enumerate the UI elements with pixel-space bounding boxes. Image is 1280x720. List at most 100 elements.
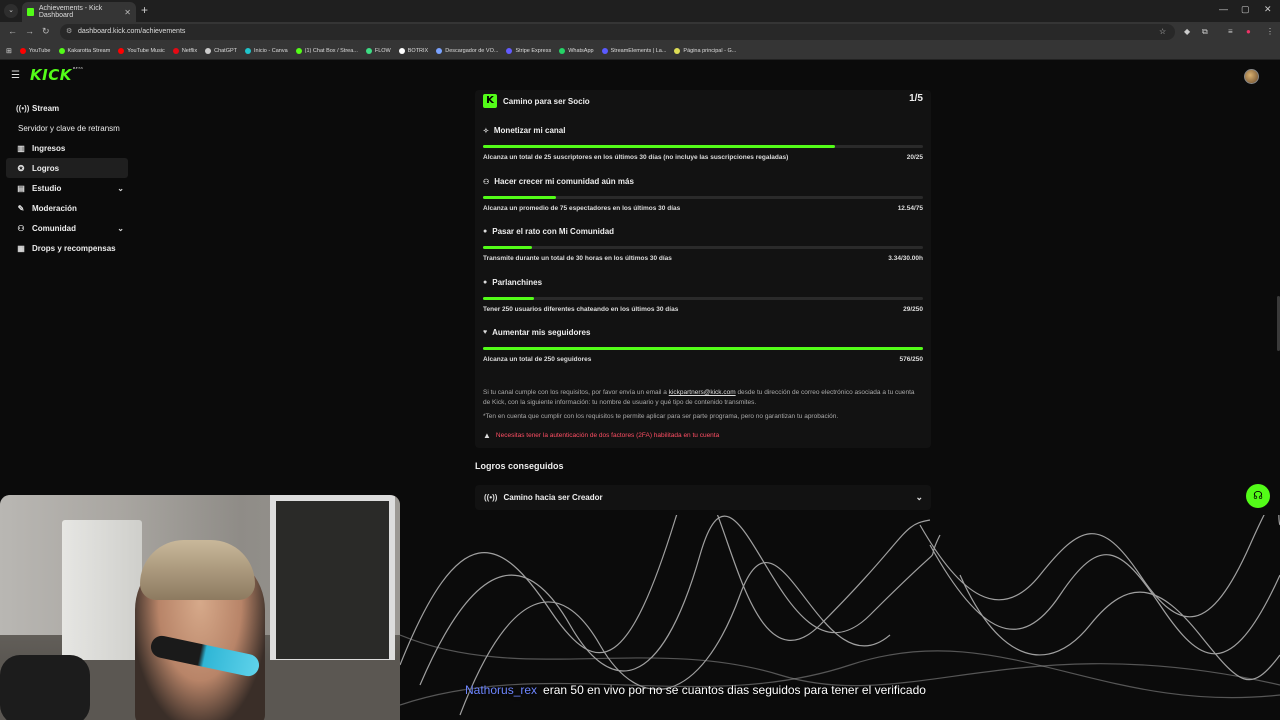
bookmark-item[interactable]: Netflix bbox=[172, 47, 198, 54]
gift-icon: ▦ bbox=[17, 243, 25, 253]
browser-tab-active[interactable]: Achievements - Kick Dashboard ✕ bbox=[22, 2, 136, 22]
achievement-item: ✧ Monetizar mi canal Alcanza un total de … bbox=[483, 126, 923, 163]
warning-icon: ▲ bbox=[483, 431, 491, 440]
note-prefix: Si tu canal cumple con los requisitos, p… bbox=[483, 389, 669, 396]
bookmark-favicon-icon bbox=[398, 47, 405, 54]
progress-track bbox=[483, 297, 923, 300]
extensions-puzzle-icon[interactable]: ⧉ bbox=[1202, 27, 1208, 37]
partner-path-card: K Camino para ser Socio 1/5 ✧ Monetizar m… bbox=[475, 90, 931, 448]
bookmark-item[interactable]: YouTube bbox=[19, 47, 51, 54]
studio-icon: ▤ bbox=[17, 183, 25, 193]
media-icon[interactable]: ≡ bbox=[1228, 27, 1233, 36]
bookmark-item[interactable]: BOTRIX bbox=[398, 47, 428, 54]
sidebar-item-label: Logros bbox=[32, 163, 60, 173]
cam-doorway bbox=[270, 495, 395, 665]
bookmark-favicon-icon bbox=[601, 47, 608, 54]
bookmark-favicon-icon bbox=[58, 47, 65, 54]
extension-icon[interactable]: ◆ bbox=[1184, 27, 1190, 36]
sidebar-item-moderacion[interactable]: ✎ Moderación bbox=[6, 198, 128, 218]
sidebar-item-comunidad[interactable]: ⚇ Comunidad ⌄ bbox=[6, 218, 128, 238]
forward-icon[interactable]: → bbox=[25, 26, 34, 36]
bookmark-item[interactable]: Kakarotta Stream bbox=[58, 47, 111, 54]
bookmarks-bar: ⊞ YouTube Kakarotta Stream YouTube Music Ne… bbox=[0, 42, 1280, 60]
bookmark-star-icon[interactable]: ☆ bbox=[1159, 27, 1166, 36]
bookmark-item[interactable]: Stripe Express bbox=[506, 47, 551, 54]
bookmark-favicon-icon bbox=[295, 47, 302, 54]
tab-search-button[interactable]: ⌄ bbox=[4, 4, 18, 18]
site-info-icon[interactable]: ⚙ bbox=[66, 24, 72, 40]
sidebar-item-label: Moderación bbox=[32, 203, 77, 213]
bookmark-label: YouTube Music bbox=[127, 47, 165, 54]
achievement-item: ● Pasar el rato con Mi Comunidad Transmit… bbox=[483, 227, 923, 264]
achievement-description: Transmite durante un total de 30 horas e… bbox=[483, 255, 672, 262]
new-tab-button[interactable]: + bbox=[141, 3, 148, 17]
bookmark-label: WhatsApp bbox=[568, 47, 594, 54]
sidebar-item-logros[interactable]: ✪ Logros bbox=[6, 158, 128, 178]
sidebar-item-label: Servidor y clave de retransm bbox=[18, 123, 120, 133]
chat-message-text: eran 50 en vivo por no se cuantos dias s… bbox=[543, 683, 926, 697]
menu-icon[interactable]: ⋮ bbox=[1266, 27, 1274, 36]
address-bar-row: ← → ↻ ⚙ dashboard.kick.com/achievements … bbox=[0, 22, 1280, 42]
chevron-down-icon: ⌄ bbox=[117, 183, 124, 193]
sidebar-item-drops[interactable]: ▦ Drops y recompensas bbox=[6, 238, 128, 258]
streamer-hair bbox=[140, 540, 255, 600]
bookmark-item[interactable]: ChatGPT bbox=[205, 47, 238, 54]
progress-track bbox=[483, 196, 923, 199]
sidebar-item-server-key[interactable]: Servidor y clave de retransm bbox=[6, 118, 128, 138]
chevron-down-icon[interactable]: ⌄ bbox=[915, 492, 923, 503]
close-tab-icon[interactable]: ✕ bbox=[124, 8, 131, 17]
support-chat-icon[interactable]: ☊ bbox=[1246, 484, 1270, 508]
sidebar-item-stream[interactable]: ((•)) Stream bbox=[6, 98, 128, 118]
minimize-icon[interactable]: — bbox=[1219, 4, 1228, 14]
sidebar-item-estudio[interactable]: ▤ Estudio ⌄ bbox=[6, 178, 128, 198]
heart-icon: ♥ bbox=[483, 329, 488, 336]
close-window-icon[interactable]: ✕ bbox=[1264, 4, 1272, 15]
kick-logo[interactable]: KICKBETA bbox=[30, 66, 83, 84]
bookmark-item[interactable]: Inicio - Canva bbox=[245, 47, 288, 54]
url-input[interactable]: ⚙ dashboard.kick.com/achievements bbox=[60, 24, 1175, 40]
achievement-title: Pasar el rato con Mi Comunidad bbox=[492, 227, 615, 236]
partner-progress-count: 1/5 bbox=[909, 93, 923, 104]
bookmark-label: Netflix bbox=[181, 47, 198, 54]
bookmark-item[interactable]: (1) Chat Box / Strea... bbox=[295, 47, 358, 54]
bookmark-item[interactable]: Descargador de VO... bbox=[436, 47, 499, 54]
user-avatar[interactable] bbox=[1244, 69, 1259, 84]
2fa-warning: ▲ Necesitas tener la autenticación de dos… bbox=[483, 431, 719, 440]
hamburger-menu-icon[interactable]: ☰ bbox=[11, 70, 20, 81]
kick-favicon-icon bbox=[27, 8, 34, 16]
sidebar: ((•)) Stream Servidor y clave de retransm… bbox=[0, 98, 130, 258]
achievement-value: 3.34/30.00h bbox=[888, 255, 923, 262]
bookmark-item[interactable]: StreamElements | La... bbox=[601, 47, 666, 54]
bookmark-item[interactable]: YouTube Music bbox=[118, 47, 165, 54]
bookmark-favicon-icon bbox=[172, 47, 179, 54]
creator-path-accordion[interactable]: ((•)) Camino hacia ser Creador ⌄ bbox=[475, 485, 931, 510]
bookmark-label: ChatGPT bbox=[214, 47, 238, 54]
bookmark-favicon-icon bbox=[506, 47, 513, 54]
tab-title: Achievements - Kick Dashboard bbox=[38, 5, 103, 19]
chat-username: Nathorus_rex bbox=[465, 683, 538, 697]
reload-icon[interactable]: ↻ bbox=[42, 26, 50, 37]
bookmark-label: Descargador de VO... bbox=[445, 47, 499, 54]
apps-icon[interactable]: ⊞ bbox=[6, 47, 12, 55]
sidebar-item-ingresos[interactable]: ▥ Ingresos bbox=[6, 138, 128, 158]
completed-achievements-heading: Logros conseguidos bbox=[475, 461, 564, 471]
bookmark-label: Kakarotta Stream bbox=[67, 47, 111, 54]
bookmark-item[interactable]: FLOW bbox=[365, 47, 391, 54]
maximize-icon[interactable]: ▢ bbox=[1241, 4, 1250, 15]
warning-text: Necesitas tener la autenticación de dos … bbox=[495, 432, 720, 439]
bookmark-favicon-icon bbox=[118, 47, 125, 54]
bookmark-item[interactable]: WhatsApp bbox=[559, 47, 594, 54]
back-icon[interactable]: ← bbox=[8, 26, 17, 36]
bookmark-label: Inicio - Canva bbox=[254, 47, 288, 54]
progress-track bbox=[483, 145, 923, 148]
browser-tab-bar: ⌄ Achievements - Kick Dashboard ✕ + — ▢ … bbox=[0, 0, 1280, 22]
achievement-value: 576/250 bbox=[899, 356, 924, 363]
achievement-description: Alcanza un total de 25 suscriptores en l… bbox=[483, 154, 789, 161]
partner-email-link[interactable]: kickpartners@kick.com bbox=[669, 389, 736, 396]
bookmark-favicon-icon bbox=[674, 47, 681, 54]
chat-bubble-icon: ● bbox=[483, 279, 488, 286]
bookmark-item[interactable]: Página principal - G... bbox=[674, 47, 736, 54]
sparkle-icon: ✧ bbox=[483, 127, 489, 135]
profile-icon[interactable]: ● bbox=[1246, 27, 1251, 36]
beta-badge: BETA bbox=[72, 66, 84, 70]
